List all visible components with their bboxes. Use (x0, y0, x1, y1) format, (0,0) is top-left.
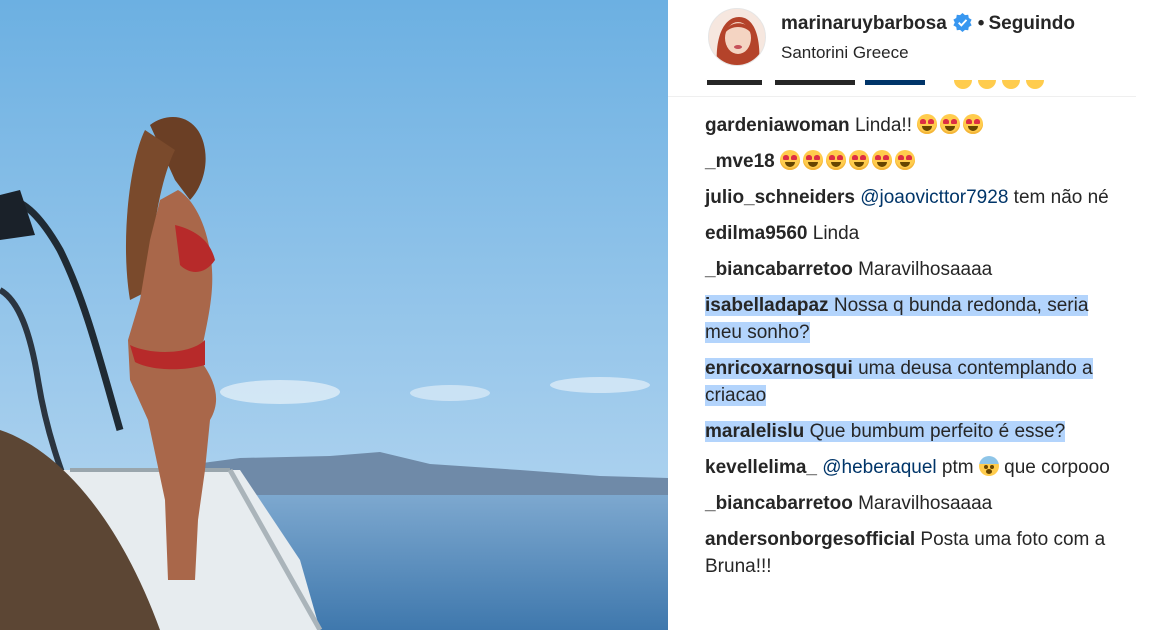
comment-item: andersonborgesofficial Posta uma foto co… (705, 526, 1125, 580)
comment-item: _biancabarretoo Maravilhosaaaa (705, 256, 1125, 283)
comment-text: Maravilhosaaaa (858, 259, 993, 280)
heart-eyes-emoji-icon (872, 150, 893, 170)
following-button[interactable]: Seguindo (988, 13, 1075, 34)
comment-item: _biancabarretoo Maravilhosaaaa (705, 490, 1125, 517)
avatar[interactable] (708, 8, 766, 66)
heart-eyes-emoji-icon (803, 150, 824, 170)
comments-panel: marinaruybarbosa • Seguindo Santorini Gree… (668, 0, 1149, 630)
comment-username[interactable]: andersonborgesofficial (705, 529, 915, 550)
comment-username[interactable]: gardeniawoman (705, 115, 850, 136)
fearful-face-emoji-icon (978, 456, 999, 476)
comment-item: kevellelima_ @heberaquel ptm que corpooo (705, 454, 1125, 481)
heart-eyes-emoji-icon (780, 150, 801, 170)
heart-eyes-emoji-icon (895, 150, 916, 170)
post-photo[interactable] (0, 0, 668, 630)
comment-item: edilma9560 Linda (705, 220, 1125, 247)
comment-mention[interactable]: @heberaquel (822, 457, 936, 478)
comment-text: Que bumbum perfeito é esse? (809, 421, 1066, 442)
comment-item: gardeniawoman Linda!! (705, 112, 1125, 139)
comment-username[interactable]: enricoxarnosqui (705, 358, 853, 379)
comment-item: _mve18 (705, 148, 1125, 175)
comment-item: julio_schneiders @joaovicttor7928 tem nã… (705, 184, 1125, 211)
comment-text: Linda!! (854, 115, 912, 136)
comment-username[interactable]: isabelladapaz (705, 295, 829, 316)
verified-badge-icon (953, 13, 972, 32)
comment-mention[interactable]: @joaovicttor7928 (860, 187, 1008, 208)
comment-text: tem não né (1013, 187, 1109, 208)
comments-list: gardeniawoman Linda!! _mve18 julio_schne… (705, 112, 1125, 589)
post-author-line: marinaruybarbosa • Seguindo (781, 13, 1075, 35)
comment-username[interactable]: maralelislu (705, 421, 804, 442)
comment-text: Maravilhosaaaa (858, 493, 993, 514)
comment-item: isabelladapaz Nossa q bunda redonda, ser… (705, 292, 1125, 346)
avatar-image (709, 9, 765, 65)
heart-eyes-emoji-icon (963, 114, 984, 134)
comment-text-continued: que corpooo (1004, 457, 1110, 478)
comment-username[interactable]: kevellelima_ (705, 457, 817, 478)
comment-username[interactable]: _biancabarretoo (705, 259, 853, 280)
comment-item: enricoxarnosqui uma deusa contemplando a… (705, 355, 1125, 409)
comment-username[interactable]: _mve18 (705, 151, 775, 172)
heart-eyes-emoji-icon (940, 114, 961, 134)
comment-text: Linda (812, 223, 860, 244)
comment-username[interactable]: julio_schneiders (705, 187, 855, 208)
separator-dot: • (977, 13, 985, 34)
cut-off-comment-fragment (707, 80, 1044, 89)
heart-eyes-emoji-icon (917, 114, 938, 134)
santorini-photo-image (0, 0, 668, 630)
comment-item: maralelislu Que bumbum perfeito é esse? (705, 418, 1125, 445)
post-location[interactable]: Santorini Greece (781, 43, 909, 63)
comment-username[interactable]: edilma9560 (705, 223, 807, 244)
comment-username[interactable]: _biancabarretoo (705, 493, 853, 514)
cut-off-comment (705, 80, 1085, 96)
heart-eyes-emoji-icon (826, 150, 847, 170)
post-username[interactable]: marinaruybarbosa (781, 13, 947, 34)
heart-eyes-emoji-icon (849, 150, 870, 170)
comment-text: ptm (941, 457, 974, 478)
